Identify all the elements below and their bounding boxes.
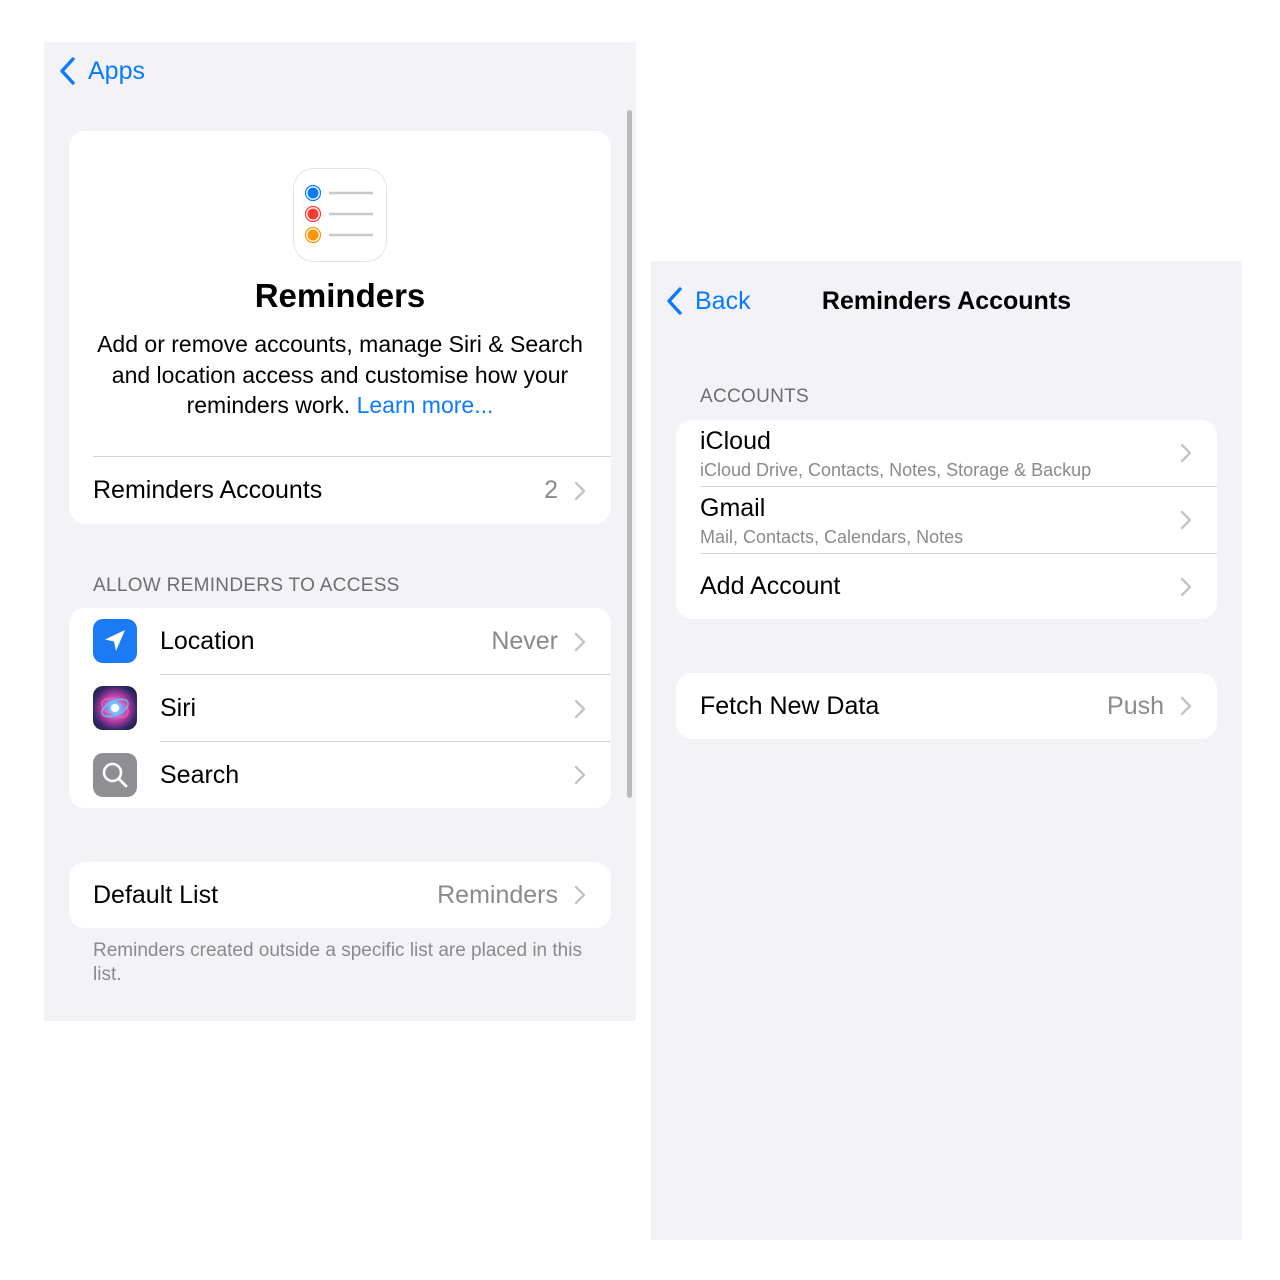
search-icon (93, 753, 137, 797)
account-name: Gmail (700, 494, 766, 522)
account-detail: Mail, Contacts, Calendars, Notes (700, 527, 964, 547)
chevron-right-icon (1180, 577, 1192, 596)
reminders-settings-screen: Apps Reminders Add or remove accounts, m… (44, 42, 636, 1021)
default-list-card: Default List Reminders (69, 862, 611, 928)
page-description: Add or remove accounts, manage Siri & Se… (87, 329, 593, 421)
default-list-value: Reminders (437, 880, 558, 909)
learn-more-link[interactable]: Learn more... (357, 392, 494, 418)
default-list-label: Default List (93, 880, 219, 909)
default-list-row[interactable]: Default List Reminders (69, 862, 611, 928)
back-label: Apps (88, 56, 145, 85)
back-to-apps-button[interactable]: Apps (58, 56, 145, 86)
reminders-accounts-screen: Back Reminders Accounts ACCOUNTS iCloud … (651, 261, 1242, 1240)
location-label: Location (160, 627, 255, 655)
chevron-left-icon (60, 57, 75, 85)
add-account-label: Add Account (700, 572, 841, 600)
siri-row[interactable]: Siri (69, 675, 611, 742)
fetch-new-data-label: Fetch New Data (700, 691, 880, 720)
access-section-header: ALLOW REMINDERS TO ACCESS (93, 575, 400, 596)
accounts-count: 2 (544, 476, 558, 504)
access-card: Location Never Siri Search (69, 608, 611, 808)
scrollbar[interactable] (627, 110, 632, 798)
siri-icon (93, 686, 137, 730)
chevron-right-icon (574, 632, 586, 651)
fetch-new-data-row[interactable]: Fetch New Data Push (676, 673, 1217, 739)
chevron-right-icon (574, 765, 586, 785)
location-value: Never (491, 627, 558, 655)
reminders-app-icon (294, 169, 386, 261)
account-row-icloud[interactable]: iCloud iCloud Drive, Contacts, Notes, St… (676, 420, 1217, 486)
fetch-new-data-value: Push (1107, 691, 1164, 720)
location-arrow-icon (93, 619, 137, 663)
chevron-right-icon (574, 885, 586, 905)
reminders-header-card: Reminders Add or remove accounts, manage… (69, 131, 611, 524)
location-row[interactable]: Location Never (69, 608, 611, 675)
search-row[interactable]: Search (69, 742, 611, 808)
siri-label: Siri (160, 694, 197, 722)
chevron-right-icon (1180, 510, 1192, 530)
nav-title: Reminders Accounts (821, 287, 1072, 315)
default-list-footnote: Reminders created outside a specific lis… (93, 940, 582, 985)
reminders-accounts-label: Reminders Accounts (93, 476, 323, 504)
accounts-section-header: ACCOUNTS (700, 386, 810, 407)
account-detail: iCloud Drive, Contacts, Notes, Storage &… (700, 460, 1092, 480)
account-name: iCloud (700, 427, 771, 455)
page-title: Reminders (254, 277, 426, 314)
fetch-card: Fetch New Data Push (676, 673, 1217, 739)
chevron-right-icon (1180, 443, 1192, 463)
description-text: Add or remove accounts, manage Siri & Se… (97, 331, 583, 418)
accounts-card: iCloud iCloud Drive, Contacts, Notes, St… (676, 420, 1217, 619)
chevron-right-icon (574, 699, 586, 718)
account-row-gmail[interactable]: Gmail Mail, Contacts, Calendars, Notes (676, 487, 1217, 553)
add-account-row[interactable]: Add Account (676, 554, 1217, 619)
search-label: Search (160, 760, 240, 789)
chevron-right-icon (1180, 696, 1192, 716)
chevron-right-icon (574, 481, 586, 500)
reminders-accounts-row[interactable]: Reminders Accounts 2 (69, 457, 611, 524)
